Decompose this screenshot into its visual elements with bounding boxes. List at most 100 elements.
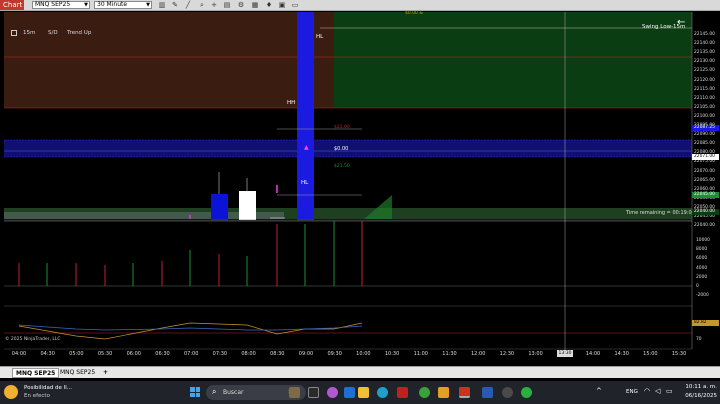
indicator-legend[interactable]: 15m S/D Trend Up [10,29,100,39]
edge-icon[interactable] [377,387,388,398]
price-axis-label: 22090.00 [694,132,715,138]
app-icon[interactable] [438,387,449,398]
volume-axis-label: 6000 [696,256,708,262]
volume-axis-label: 2000 [696,274,708,280]
pencil-icon[interactable]: ✎ [171,1,179,9]
chart-toolbar: Chart MNQ SEP25 ▼ 30 Minute ▼ ▥ ✎ ╱ ⌕ + ▤ … [0,0,720,11]
time-axis-label: 07:00 [183,351,199,357]
price-axis-label: 22110.00 [694,95,715,101]
time-axis-label: 10:00 [356,351,371,357]
timeframe-select[interactable]: 30 Minute ▼ [94,1,152,9]
time-axis-label: 11:30 [442,351,457,357]
tab-mnq-1[interactable]: MNQ SEP25 [12,368,60,378]
oscillator-line [18,322,363,340]
time-axis-label: 11:00 [413,351,428,357]
dom-icon[interactable]: ▣ [278,1,286,9]
time-axis-label: 04:30 [40,351,55,357]
price-red-label: $21.00 [334,125,350,130]
checkbox-icon[interactable] [11,30,17,36]
chevron-up-icon[interactable]: ^ [596,387,602,395]
notification-sub: En efecto [24,393,50,399]
word-icon[interactable] [482,387,493,398]
timeframe-label: 30 Minute [97,1,128,8]
drawing-icon[interactable]: ╱ [184,1,192,9]
price-axis-label: 22075.00 [694,159,715,165]
marker-icon: ▲ [304,144,309,151]
triangle-marker [364,195,392,219]
search-icon: ⌕ [212,387,217,396]
time-axis-label: 04:00 [11,351,27,357]
chart-tabs-bar: MNQ SEP25 MNQ SEP25 + [0,366,720,378]
settings-icon[interactable] [502,387,513,398]
zoom-icon[interactable]: ⌕ [198,1,206,9]
file-explorer-icon[interactable] [358,387,369,398]
candle-white [239,191,256,220]
price-axis-label: 22065.00 [694,177,715,183]
candle-blue [211,194,228,220]
time-axis-label: 13:00 [528,351,543,357]
notification-title[interactable]: Posibilidad de ll... [24,385,72,391]
hl-label-top: HL [316,34,324,40]
time-axis-label: 06:30 [155,351,170,357]
chart-tab[interactable]: Chart [0,0,24,10]
crosshair-icon[interactable]: + [210,1,218,9]
chevron-down-icon: ▼ [84,2,88,8]
cursor-time: 13:30 [557,350,573,357]
clock-date[interactable]: 06/16/2025 [682,393,717,399]
price-axis-label: 22115.00 [694,86,715,92]
order-icon[interactable]: ▭ [291,1,299,9]
clock-time[interactable]: 10:11 a. m. [684,384,717,390]
osc-axis-label: 70 [696,337,702,342]
battery-icon[interactable]: ▭ [666,387,673,395]
volume-axis-label: -2000 [696,293,709,299]
xbox-icon[interactable] [419,387,430,398]
windows-start-icon[interactable] [190,387,200,397]
supply-zone [4,12,334,108]
price-axis-label: 22130.00 [694,59,715,65]
ninjatrader-icon[interactable] [397,387,408,398]
properties-icon[interactable]: ▤ [223,1,231,9]
volume-axis-label: 4000 [696,265,708,271]
tab-mnq-2[interactable]: MNQ SEP25 [57,368,98,378]
indicator-trend: Trend Up [67,30,92,36]
volume-axis-label: 8000 [696,247,708,253]
time-remaining: Time remaining = 00:19:00 [626,210,695,216]
add-tab-button[interactable]: + [100,368,111,378]
price-marker-darkgreen: 22040.00 [692,209,719,215]
demand-zone-upper [334,12,692,108]
time-axis-label: 06:00 [126,351,141,357]
instrument-label: MNQ SEP25 [35,1,71,8]
price-axis-label: 22120.00 [694,77,715,83]
taskbar-app-icon[interactable] [289,387,300,398]
whatsapp-icon[interactable] [521,387,532,398]
time-axis-label: 08:00 [241,351,256,357]
time-axis-label: 10:30 [384,351,400,357]
volume-icon[interactable]: ◁ [655,387,660,395]
bars-icon[interactable]: ▥ [158,1,166,9]
time-axis-label: 14:30 [614,351,629,357]
strategy-icon[interactable]: ⚙ [237,1,245,9]
copilot-icon[interactable] [327,387,338,398]
time-axis-label: 14:00 [585,351,601,357]
price-marker-green: 22045.00 [692,192,719,198]
language[interactable]: ENG [626,389,638,395]
time-axis-label: 09:30 [327,351,342,357]
alerts-icon[interactable]: ♦ [265,1,273,9]
osc-marker: 82.82 [692,320,719,326]
blue-vertical-bar [297,12,314,220]
instrument-select[interactable]: MNQ SEP25 ▼ [32,1,90,9]
chart-style-icon[interactable]: ▦ [251,1,259,9]
taskview-icon[interactable] [308,387,319,398]
volume-axis-label: 10000 [696,238,710,243]
back-arrow-icon[interactable]: ← [677,17,685,28]
weather-icon[interactable] [4,385,18,399]
wifi-icon[interactable]: ◠ [644,387,650,395]
chart-panel[interactable]: 15m S/D Trend Up HL HH HL Swing Low-15m … [0,11,720,364]
zero-label: $0.00 [334,146,349,152]
price-axis-label: 22125.00 [694,68,715,74]
search-label: Buscar [223,389,244,396]
time-axis-label: 05:30 [97,351,113,357]
store-icon[interactable] [344,387,355,398]
active-app-icon[interactable] [459,387,470,398]
price-marker-white: 22071.00 [692,154,719,160]
